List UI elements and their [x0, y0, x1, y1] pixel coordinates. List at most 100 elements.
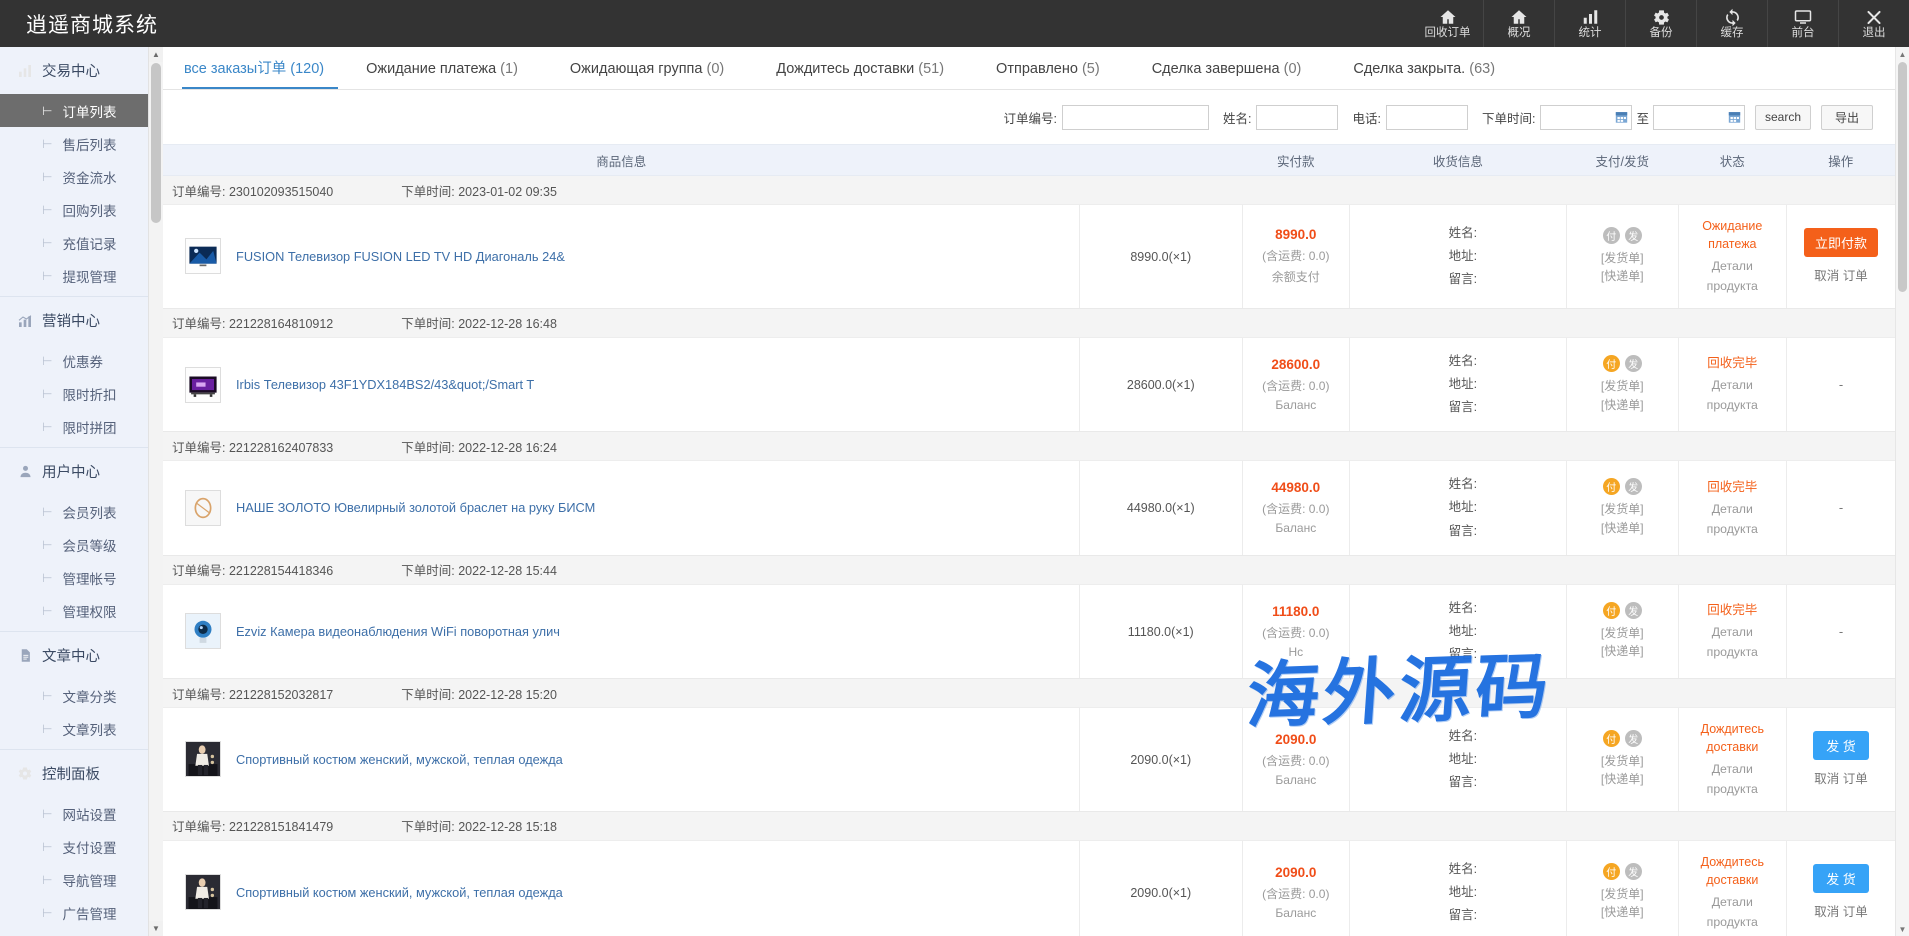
- delivery-note-link[interactable]: [发货单]: [1571, 249, 1674, 268]
- sidebar-scroll-down-arrow[interactable]: ▼: [149, 921, 163, 936]
- sidebar-item-5-2[interactable]: ⊢支付设置: [0, 830, 162, 863]
- sidebar-item-3-3[interactable]: ⊢管理帐号: [0, 561, 162, 594]
- topnav-item-1[interactable]: 回收订单: [1412, 0, 1483, 47]
- product-detail-link-2[interactable]: продукта: [1683, 521, 1782, 539]
- sidebar-item-5-5[interactable]: ⊢友情链接: [0, 929, 162, 936]
- sidebar-item-5-4[interactable]: ⊢广告管理: [0, 896, 162, 929]
- tab-label: все заказы订单: [184, 61, 286, 77]
- product-detail-link-2[interactable]: продукта: [1683, 781, 1782, 799]
- sidebar-scrollbar[interactable]: ▲ ▼: [148, 47, 163, 936]
- product-title-link[interactable]: Irbis Телевизор 43F1YDX184BS2/43&quot;/S…: [236, 377, 534, 392]
- express-note-link[interactable]: [快递单]: [1571, 770, 1674, 789]
- topnav-item-4[interactable]: 备份: [1625, 0, 1696, 47]
- calendar-icon[interactable]: [1728, 111, 1741, 124]
- topnav-item-7[interactable]: 退出: [1838, 0, 1909, 47]
- sidebar-group-5[interactable]: 控制面板: [0, 750, 162, 797]
- express-note-link[interactable]: [快递单]: [1571, 642, 1674, 661]
- tab-7[interactable]: Сделка закрыта. (63): [1351, 62, 1519, 90]
- product-detail-link-1[interactable]: Детали: [1683, 894, 1782, 912]
- sidebar-item-4-2[interactable]: ⊢文章列表: [0, 712, 162, 745]
- sidebar-item-1-6[interactable]: ⊢提现管理: [0, 259, 162, 292]
- sidebar-item-label: 回购列表: [62, 200, 116, 220]
- product-detail-link-2[interactable]: продукта: [1683, 278, 1782, 296]
- search-button[interactable]: search: [1755, 105, 1811, 130]
- phone-input[interactable]: [1386, 105, 1468, 130]
- product-detail-link-1[interactable]: Детали: [1683, 624, 1782, 642]
- sidebar-group-4[interactable]: 文章中心: [0, 632, 162, 679]
- product-detail-link-2[interactable]: продукта: [1683, 644, 1782, 662]
- product-title-link[interactable]: Спортивный костюм женский, мужской, тепл…: [236, 885, 563, 900]
- product-detail-link-2[interactable]: продукта: [1683, 397, 1782, 415]
- delivery-note-link[interactable]: [发货单]: [1571, 500, 1674, 519]
- export-button[interactable]: 导出: [1821, 105, 1873, 130]
- sidebar-item-5-3[interactable]: ⊢导航管理: [0, 863, 162, 896]
- freight-note: (含运费: 0.0): [1247, 624, 1345, 641]
- product-detail-link-1[interactable]: Детали: [1683, 258, 1782, 276]
- topnav-item-2[interactable]: 概况: [1483, 0, 1554, 47]
- delivery-note-link[interactable]: [发货单]: [1571, 624, 1674, 643]
- topnav-item-6[interactable]: 前台: [1767, 0, 1838, 47]
- page-scroll-down-arrow[interactable]: ▼: [1896, 922, 1909, 936]
- cancel-order-link[interactable]: 取消 订单: [1791, 768, 1891, 787]
- tab-3[interactable]: Ожидающая группа (0): [568, 62, 748, 90]
- sidebar-item-4-1[interactable]: ⊢文章分类: [0, 679, 162, 712]
- express-note-link[interactable]: [快递单]: [1571, 396, 1674, 415]
- sidebar-group-1[interactable]: 交易中心: [0, 47, 162, 94]
- express-note-link[interactable]: [快递单]: [1571, 519, 1674, 538]
- sidebar-group-2[interactable]: 营销中心: [0, 297, 162, 344]
- product-detail-link-1[interactable]: Детали: [1683, 377, 1782, 395]
- calendar-icon[interactable]: [1615, 111, 1628, 124]
- sidebar-item-1-5[interactable]: ⊢充值记录: [0, 226, 162, 259]
- page-scrollbar-thumb[interactable]: [1898, 62, 1907, 292]
- sidebar-item-2-1[interactable]: ⊢优惠券: [0, 344, 162, 377]
- sidebar-item-2-3[interactable]: ⊢限时拼团: [0, 410, 162, 443]
- order-no-input[interactable]: [1062, 105, 1209, 130]
- product-title-link[interactable]: Спортивный костюм женский, мужской, тепл…: [236, 752, 563, 767]
- topnav-item-5[interactable]: 缓存: [1696, 0, 1767, 47]
- tab-1[interactable]: все заказы订单 (120): [182, 62, 338, 90]
- product-title-link[interactable]: FUSION Телевизор FUSION LED TV HD Диагон…: [236, 249, 565, 264]
- delivery-note-link[interactable]: [发货单]: [1571, 377, 1674, 396]
- tab-5[interactable]: Отправлено (5): [994, 62, 1124, 90]
- product-thumbnail[interactable]: [185, 490, 221, 526]
- sidebar-item-1-2[interactable]: ⊢售后列表: [0, 127, 162, 160]
- product-detail-link-1[interactable]: Детали: [1683, 501, 1782, 519]
- tab-6[interactable]: Сделка завершена (0): [1150, 62, 1326, 90]
- page-scrollbar[interactable]: ▲ ▼: [1895, 47, 1909, 936]
- page-scroll-up-arrow[interactable]: ▲: [1896, 47, 1909, 61]
- ship-button[interactable]: 发 货: [1813, 864, 1869, 893]
- pay-now-button[interactable]: 立即付款: [1804, 228, 1878, 257]
- cancel-order-link[interactable]: 取消 订单: [1791, 265, 1891, 284]
- name-input[interactable]: [1256, 105, 1338, 130]
- product-title-link[interactable]: Ezviz Камера видеонаблюдения WiFi поворо…: [236, 624, 560, 639]
- product-cell: НАШЕ ЗОЛОТО Ювелирный золотой браслет на…: [163, 461, 1079, 555]
- tab-4[interactable]: Дождитесь доставки (51): [774, 62, 968, 90]
- ship-button[interactable]: 发 货: [1813, 731, 1869, 760]
- sidebar-scrollbar-thumb[interactable]: [151, 63, 161, 223]
- sidebar-item-3-2[interactable]: ⊢会员等级: [0, 528, 162, 561]
- sidebar-item-5-1[interactable]: ⊢网站设置: [0, 797, 162, 830]
- sidebar-group-3[interactable]: 用户中心: [0, 448, 162, 495]
- product-thumbnail[interactable]: [185, 613, 221, 649]
- delivery-note-link[interactable]: [发货单]: [1571, 885, 1674, 904]
- product-detail-link-1[interactable]: Детали: [1683, 761, 1782, 779]
- product-title-link[interactable]: НАШЕ ЗОЛОТО Ювелирный золотой браслет на…: [236, 500, 595, 515]
- sidebar-item-3-4[interactable]: ⊢管理权限: [0, 594, 162, 627]
- sidebar-item-1-1[interactable]: ⊢订单列表: [0, 94, 162, 127]
- delivery-note-link[interactable]: [发货单]: [1571, 752, 1674, 771]
- product-thumbnail[interactable]: [185, 367, 221, 403]
- cancel-order-link[interactable]: 取消 订单: [1791, 901, 1891, 920]
- sidebar-item-2-2[interactable]: ⊢限时折扣: [0, 377, 162, 410]
- express-note-link[interactable]: [快递单]: [1571, 903, 1674, 922]
- tab-2[interactable]: Ожидание платежа (1): [364, 62, 542, 90]
- topnav-item-3[interactable]: 统计: [1554, 0, 1625, 47]
- product-thumbnail[interactable]: [185, 741, 221, 777]
- sidebar-item-3-1[interactable]: ⊢会员列表: [0, 495, 162, 528]
- sidebar-item-1-4[interactable]: ⊢回购列表: [0, 193, 162, 226]
- sidebar-item-1-3[interactable]: ⊢资金流水: [0, 160, 162, 193]
- product-detail-link-2[interactable]: продукта: [1683, 914, 1782, 932]
- sidebar-scroll-up-arrow[interactable]: ▲: [149, 47, 163, 62]
- product-thumbnail[interactable]: [185, 238, 221, 274]
- express-note-link[interactable]: [快递单]: [1571, 267, 1674, 286]
- product-thumbnail[interactable]: [185, 874, 221, 910]
